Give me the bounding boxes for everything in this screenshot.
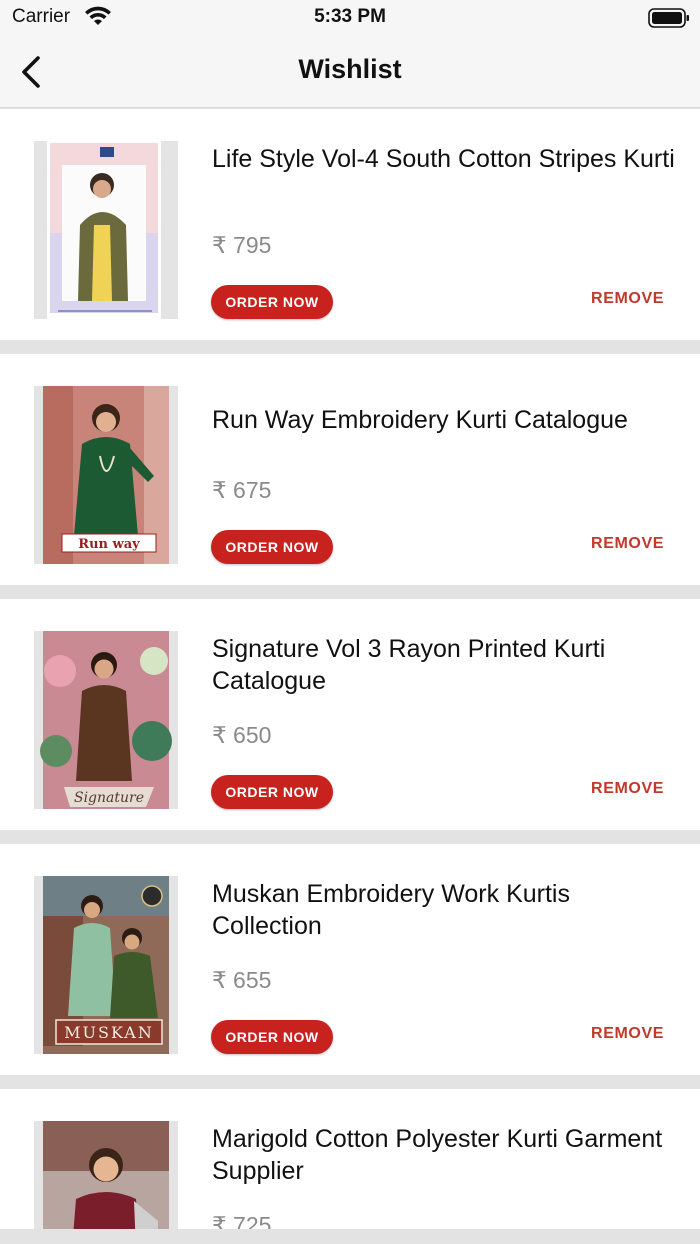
order-now-button[interactable]: ORDER NOW (211, 1020, 333, 1054)
product-title[interactable]: Marigold Cotton Polyester Kurti Garment … (212, 1123, 682, 1187)
page-title: Wishlist (298, 54, 402, 84)
wishlist-item: Signature Signature Vol 3 Rayon Printed … (0, 599, 700, 830)
product-thumbnail[interactable]: MUSKAN (34, 876, 178, 1054)
product-thumbnail[interactable] (34, 141, 178, 319)
navigation-bar: Wishlist (0, 36, 700, 108)
cover-title-text: Run way (78, 537, 140, 552)
order-now-button[interactable]: ORDER NOW (211, 530, 333, 564)
wishlist-item: MUSKAN Muskan Embroidery Work Kurtis Col… (0, 844, 700, 1075)
remove-button[interactable]: REMOVE (591, 290, 664, 308)
cover-title-text: Signature (74, 790, 144, 806)
status-bar: Carrier 5:33 PM (0, 0, 700, 36)
product-thumbnail[interactable] (34, 1121, 178, 1229)
wishlist-item: Marigold Cotton Polyester Kurti Garment … (0, 1089, 700, 1229)
order-now-button[interactable]: ORDER NOW (211, 775, 333, 809)
product-title[interactable]: Life Style Vol-4 South Cotton Stripes Ku… (212, 143, 682, 175)
product-title[interactable]: Signature Vol 3 Rayon Printed Kurti Cata… (212, 633, 682, 697)
product-price: ₹ 675 (212, 477, 272, 503)
product-price: ₹ 655 (212, 967, 272, 993)
wishlist-item: Run way Run Way Embroidery Kurti Catalog… (0, 354, 700, 585)
status-time: 5:33 PM (314, 6, 386, 27)
product-price: ₹ 725 (212, 1212, 272, 1229)
order-now-button[interactable]: ORDER NOW (211, 285, 333, 319)
remove-button[interactable]: REMOVE (591, 780, 664, 798)
cover-title-text: MUSKAN (64, 1023, 154, 1042)
remove-button[interactable]: REMOVE (591, 1025, 664, 1043)
product-price: ₹ 795 (212, 232, 272, 258)
wishlist-item: Life Style Vol-4 South Cotton Stripes Ku… (0, 109, 700, 340)
product-price: ₹ 650 (212, 722, 272, 748)
product-thumbnail[interactable]: Run way (34, 386, 178, 564)
product-title[interactable]: Run Way Embroidery Kurti Catalogue (212, 404, 682, 436)
remove-button[interactable]: REMOVE (591, 535, 664, 553)
battery-icon (648, 8, 689, 28)
product-title[interactable]: Muskan Embroidery Work Kurtis Collection (212, 878, 682, 942)
product-thumbnail[interactable]: Signature (34, 631, 178, 809)
